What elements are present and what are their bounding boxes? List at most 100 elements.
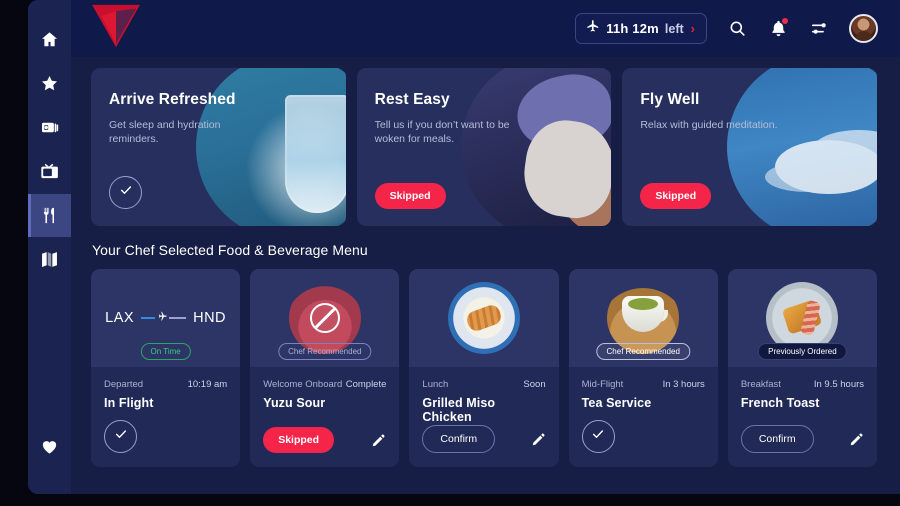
card-actions: Skipped bbox=[263, 427, 386, 453]
promo-action[interactable]: Skipped bbox=[640, 183, 712, 209]
sidebar-item-dining[interactable] bbox=[28, 194, 71, 237]
meta-label: Departed bbox=[104, 379, 144, 390]
delta-widget-logo bbox=[87, 3, 145, 49]
promo-subtitle: Relax with guided meditation. bbox=[640, 119, 778, 131]
card-title: Tea Service bbox=[581, 396, 652, 410]
confirm-check-button[interactable] bbox=[104, 420, 137, 453]
flight-status-card[interactable]: LAX HND On Time Departed 10:19 am In Fli… bbox=[91, 269, 241, 467]
menu-card-image-area: Chef Recommended bbox=[568, 269, 718, 367]
card-title: Yuzu Sour bbox=[263, 396, 326, 410]
promo-subtitle: Get sleep and hydration reminders. bbox=[109, 119, 221, 146]
main-area: 11h 12m left › Arrive Refreshed Get slee… bbox=[71, 0, 900, 494]
check-icon bbox=[119, 183, 133, 202]
airplane-icon bbox=[586, 19, 600, 38]
sidebar-item-map[interactable] bbox=[28, 238, 71, 281]
top-bar-actions: 11h 12m left › bbox=[575, 13, 878, 44]
menu-card-grilled-miso-chicken[interactable]: Lunch Soon Grilled Miso Chicken Confirm bbox=[409, 269, 559, 467]
sidebar-item-home[interactable] bbox=[28, 18, 71, 61]
menu-card-french-toast[interactable]: Previously Ordered Breakfast In 9.5 hour… bbox=[727, 269, 878, 467]
route-line bbox=[141, 309, 187, 327]
chevron-right-icon: › bbox=[690, 21, 695, 36]
sidebar-item-entertainment[interactable] bbox=[28, 150, 71, 193]
search-icon bbox=[728, 19, 747, 38]
map-icon bbox=[40, 250, 59, 269]
confirm-check-button[interactable] bbox=[109, 176, 142, 209]
flight-route-area: LAX HND On Time bbox=[91, 269, 241, 367]
promo-action[interactable] bbox=[109, 176, 142, 209]
promo-action[interactable]: Skipped bbox=[374, 183, 446, 209]
previously-ordered-badge: Previously Ordered bbox=[758, 343, 847, 360]
menu-card-body: Mid-Flight In 3 hours Tea Service bbox=[569, 367, 718, 467]
menu-card-tea-service[interactable]: Chef Recommended Mid-Flight In 3 hours T… bbox=[568, 269, 718, 467]
sidebar-item-favorites[interactable] bbox=[28, 62, 71, 105]
meta-value: In 9.5 hours bbox=[813, 379, 865, 390]
origin-code: LAX bbox=[105, 310, 135, 326]
card-actions bbox=[581, 420, 705, 453]
card-actions: Confirm bbox=[422, 425, 545, 453]
menu-card-image-area bbox=[409, 269, 559, 367]
content-area: Arrive Refreshed Get sleep and hydration… bbox=[71, 57, 900, 467]
heart-icon bbox=[40, 437, 59, 456]
sliders-icon bbox=[810, 19, 829, 38]
flight-time-label: left bbox=[664, 21, 684, 36]
star-icon bbox=[40, 74, 59, 93]
card-title: Grilled Miso Chicken bbox=[422, 396, 496, 424]
promo-card-rest-easy[interactable]: Rest Easy Tell us if you don’t want to b… bbox=[356, 68, 612, 226]
confirm-button[interactable]: Confirm bbox=[740, 425, 814, 453]
promo-title: Arrive Refreshed bbox=[109, 91, 236, 108]
sidebar-item-wallet[interactable] bbox=[28, 106, 71, 149]
flight-time-remaining[interactable]: 11h 12m left › bbox=[575, 13, 707, 44]
promo-card-fly-well[interactable]: Fly Well Relax with guided meditation. S… bbox=[622, 68, 878, 226]
settings-button[interactable] bbox=[808, 18, 830, 40]
flight-card-body: Departed 10:19 am In Flight bbox=[91, 367, 240, 467]
meta-value: In 3 hours bbox=[662, 379, 705, 390]
menu-section-title: Your Chef Selected Food & Beverage Menu bbox=[92, 242, 368, 258]
menu-card-yuzu-sour[interactable]: Chef Recommended Welcome Onboard Complet… bbox=[250, 269, 400, 467]
check-icon bbox=[591, 427, 605, 446]
screen-root: 11h 12m left › Arrive Refreshed Get slee… bbox=[0, 0, 900, 506]
meta-label: Breakfast bbox=[740, 379, 781, 390]
sidebar bbox=[28, 0, 71, 494]
search-button[interactable] bbox=[726, 18, 748, 40]
flight-time-value: 11h 12m bbox=[606, 21, 659, 36]
promo-title: Rest Easy bbox=[374, 91, 450, 108]
meta-label: Welcome Onboard bbox=[263, 379, 343, 390]
flight-route: LAX HND bbox=[105, 309, 226, 327]
menu-card-image-area: Chef Recommended bbox=[250, 269, 400, 367]
grilled-chicken-image bbox=[448, 282, 520, 354]
notification-badge bbox=[782, 17, 788, 24]
promo-subtitle: Tell us if you don’t want to be woken fo… bbox=[374, 119, 510, 146]
home-icon bbox=[40, 30, 59, 49]
menu-card-row: LAX HND On Time Departed 10:19 am In Fli… bbox=[91, 269, 878, 467]
check-icon bbox=[114, 427, 128, 446]
menu-card-body: Lunch Soon Grilled Miso Chicken Confirm bbox=[409, 367, 558, 467]
promo-title: Fly Well bbox=[640, 91, 700, 108]
on-time-badge: On Time bbox=[140, 343, 191, 360]
card-title: In Flight bbox=[104, 396, 154, 410]
confirm-button[interactable]: Confirm bbox=[422, 425, 496, 453]
skipped-button[interactable]: Skipped bbox=[374, 183, 446, 209]
menu-card-image-area: Previously Ordered bbox=[727, 269, 878, 367]
skipped-button[interactable]: Skipped bbox=[640, 183, 712, 209]
card-title: French Toast bbox=[740, 396, 820, 410]
destination-code: HND bbox=[193, 310, 227, 326]
menu-card-body: Breakfast In 9.5 hours French Toast Conf… bbox=[728, 367, 877, 467]
menu-card-body: Welcome Onboard Complete Yuzu Sour Skipp… bbox=[250, 367, 399, 467]
wellness-promo-cards: Arrive Refreshed Get sleep and hydration… bbox=[91, 68, 878, 226]
confirm-check-button[interactable] bbox=[581, 420, 615, 453]
promo-card-arrive-refreshed[interactable]: Arrive Refreshed Get sleep and hydration… bbox=[91, 68, 346, 226]
meta-label: Lunch bbox=[422, 379, 449, 390]
edit-icon[interactable] bbox=[849, 432, 864, 447]
user-avatar[interactable] bbox=[849, 14, 878, 43]
tv-icon bbox=[40, 162, 59, 181]
notifications-button[interactable] bbox=[767, 17, 789, 40]
card-actions: Confirm bbox=[740, 425, 864, 453]
skipped-button[interactable]: Skipped bbox=[263, 427, 335, 453]
card-actions bbox=[104, 420, 227, 453]
meta-value: Complete bbox=[345, 379, 387, 390]
airplane-icon bbox=[155, 309, 169, 327]
edit-icon[interactable] bbox=[371, 433, 386, 448]
meta-value: Soon bbox=[523, 379, 546, 390]
sidebar-item-wellness[interactable] bbox=[28, 425, 71, 468]
edit-icon[interactable] bbox=[531, 432, 546, 447]
